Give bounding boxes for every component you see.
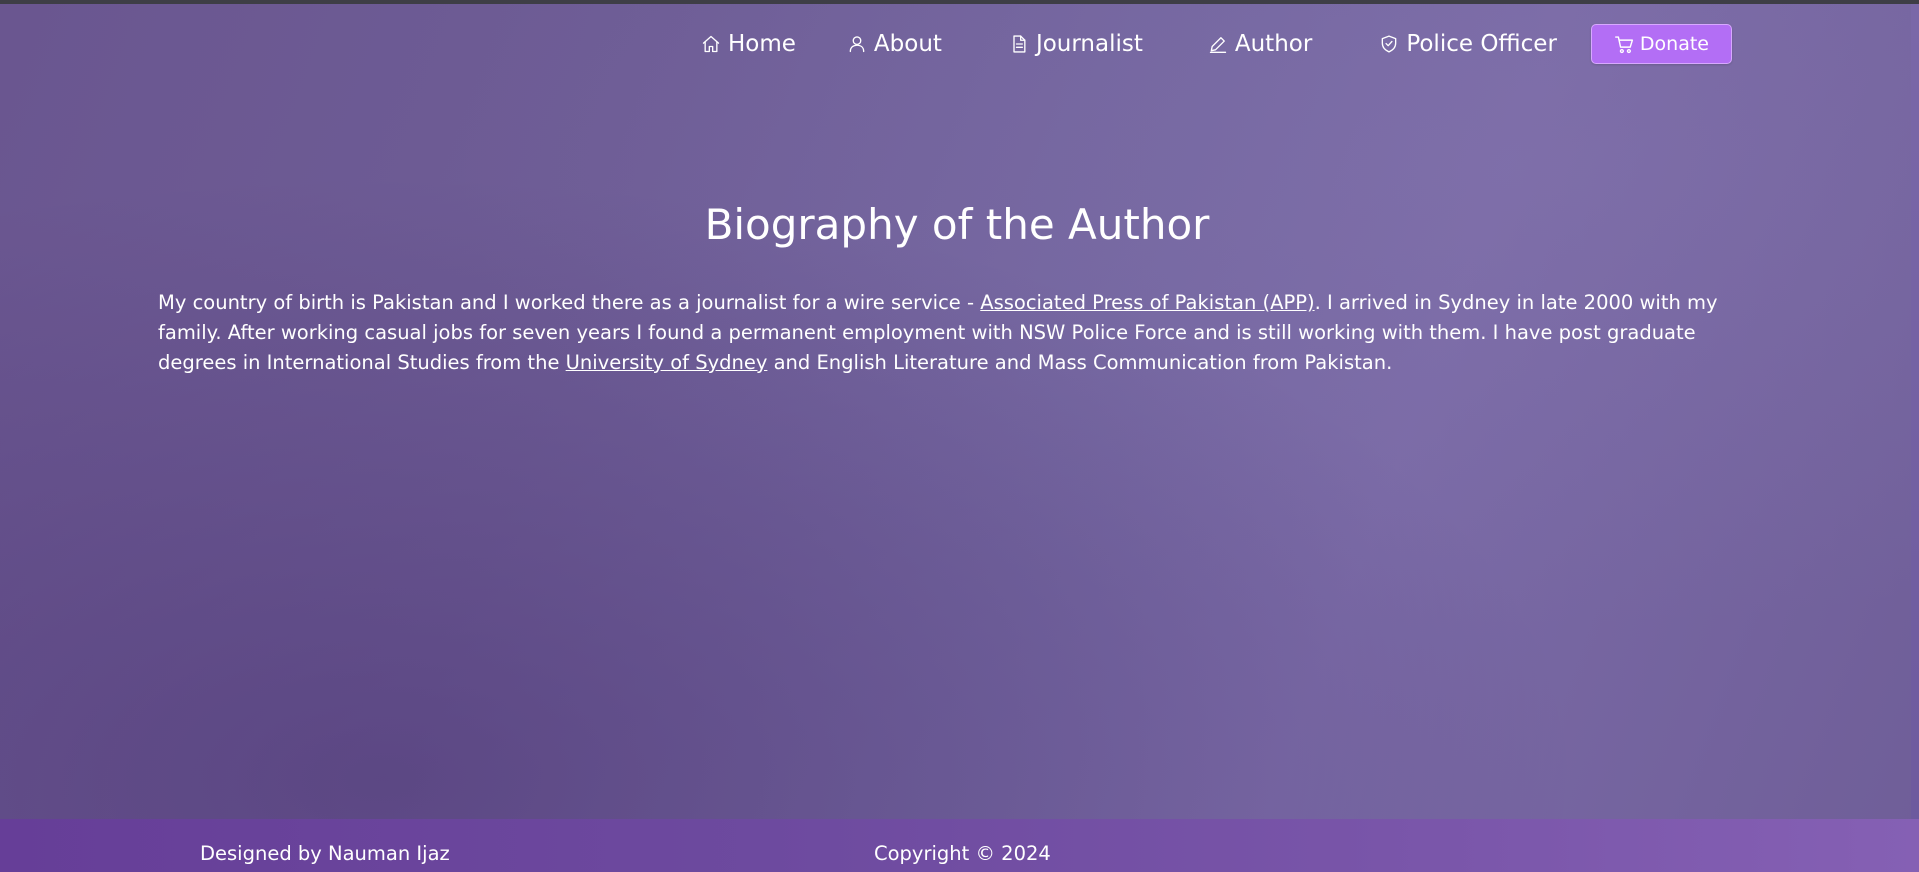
footer: Designed by Nauman Ijaz Copyright © 2024 xyxy=(0,819,1919,872)
home-icon xyxy=(700,33,722,55)
bio-text-part1: My country of birth is Pakistan and I wo… xyxy=(158,291,981,314)
shield-icon xyxy=(1378,33,1400,55)
background xyxy=(0,4,1919,819)
main-navigation: Home About Journalist Author Police Offi… xyxy=(700,22,1733,66)
nav-author[interactable]: Author xyxy=(1207,31,1312,57)
nav-author-label: Author xyxy=(1234,31,1313,57)
nav-about-label: About xyxy=(873,31,942,57)
nav-home-label: Home xyxy=(728,31,796,57)
university-of-sydney-link[interactable]: University of Sydney xyxy=(566,351,768,374)
bio-text-part3: and English Literature and Mass Communic… xyxy=(767,351,1393,374)
nav-journalist-label: Journalist xyxy=(1035,31,1143,57)
app-link[interactable]: Associated Press of Pakistan (APP) xyxy=(980,291,1314,314)
document-icon xyxy=(1008,33,1030,55)
cart-icon xyxy=(1614,33,1636,55)
nav-police-officer-label: Police Officer xyxy=(1406,31,1557,57)
donate-button[interactable]: Donate xyxy=(1590,24,1733,64)
right-edge xyxy=(1911,4,1919,819)
footer-designed-by: Designed by Nauman Ijaz xyxy=(200,842,450,865)
person-icon xyxy=(846,33,868,55)
page-title: Biography of the Author xyxy=(704,200,1210,249)
nav-about[interactable]: About xyxy=(846,31,942,57)
footer-copyright: Copyright © 2024 xyxy=(874,842,1051,865)
pencil-icon xyxy=(1207,33,1229,55)
nav-journalist[interactable]: Journalist xyxy=(1008,31,1143,57)
nav-home[interactable]: Home xyxy=(700,31,796,57)
nav-police-officer[interactable]: Police Officer xyxy=(1378,31,1557,57)
biography-text: My country of birth is Pakistan and I wo… xyxy=(158,288,1758,378)
donate-label: Donate xyxy=(1639,33,1710,55)
